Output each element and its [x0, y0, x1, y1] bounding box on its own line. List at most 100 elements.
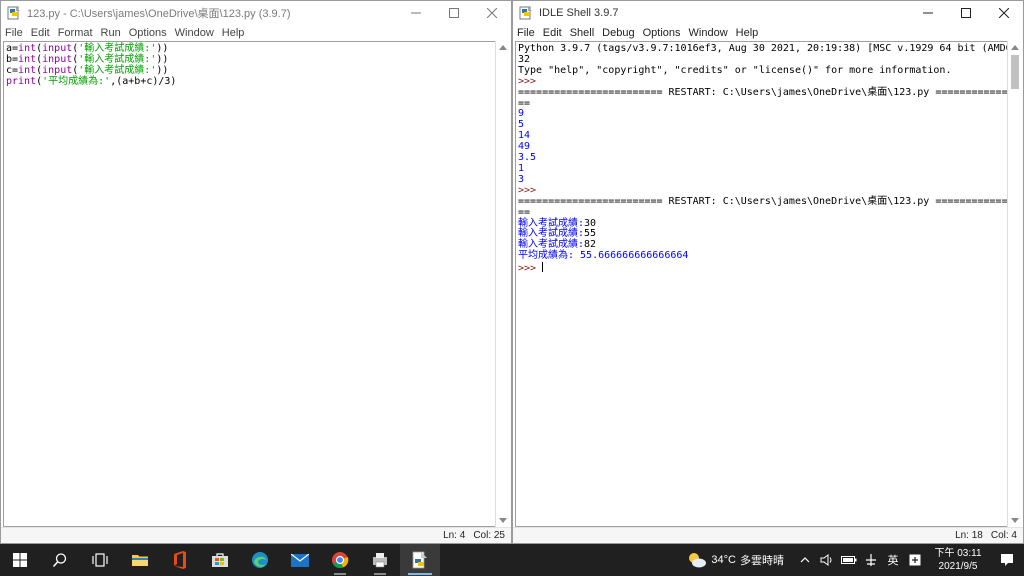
menu-help[interactable]: Help: [736, 27, 759, 39]
minimize-icon: [923, 12, 933, 14]
battery-button[interactable]: [838, 544, 860, 576]
shell-line: 3.5: [518, 152, 1005, 164]
office-icon: [174, 551, 186, 569]
notification-icon: [1001, 554, 1013, 566]
column-number: Col: 4: [990, 530, 1017, 541]
edge-button[interactable]: [240, 544, 280, 576]
edge-icon: [252, 552, 268, 568]
shell-title: IDLE Shell 3.9.7: [539, 7, 619, 19]
start-button[interactable]: [0, 544, 40, 576]
printer-icon: [373, 553, 387, 568]
task-view-button[interactable]: [80, 544, 120, 576]
scroll-up-icon[interactable]: [1011, 45, 1019, 50]
minimize-button[interactable]: [909, 1, 947, 25]
menu-options[interactable]: Options: [643, 27, 681, 39]
code-token: input: [42, 64, 73, 76]
maximize-button[interactable]: [435, 1, 473, 25]
close-button[interactable]: [473, 1, 511, 25]
ime-button[interactable]: 英: [882, 544, 904, 576]
ime-mode-button[interactable]: [904, 544, 926, 576]
desktop: 123.py - C:\Users\james\OneDrive\桌面\123.…: [0, 0, 1024, 544]
show-hidden-icons-button[interactable]: [794, 544, 816, 576]
menu-window[interactable]: Window: [689, 27, 728, 39]
shell-output[interactable]: Python 3.9.7 (tags/v3.9.7:1016ef3, Aug 3…: [515, 41, 1007, 527]
airplane-icon: [866, 554, 876, 566]
menu-shell[interactable]: Shell: [570, 27, 594, 39]
scroll-up-icon[interactable]: [499, 45, 507, 50]
maximize-icon: [449, 8, 459, 18]
code-token: '輸入考試成績:': [78, 53, 157, 65]
shell-token: ==: [518, 206, 531, 218]
shell-token: >>>: [518, 263, 543, 275]
code-token: )): [156, 43, 169, 54]
editor-statusbar: Ln: 4 Col: 25: [1, 527, 511, 543]
line-number: Ln: 18: [955, 530, 983, 541]
shell-token: 30: [584, 217, 597, 229]
shell-token: 3.5: [518, 152, 537, 164]
shell-line: 49: [518, 141, 1005, 153]
close-icon: [487, 8, 497, 18]
shell-token: ======================== RESTART: C:\Use…: [518, 86, 1007, 98]
shell-line: 1: [518, 163, 1005, 175]
python-shell-icon: [519, 6, 532, 20]
idle-button[interactable]: [400, 544, 440, 576]
shell-token: 32: [518, 53, 531, 65]
code-token: c=: [6, 64, 19, 76]
code-token: )): [156, 53, 169, 65]
shell-window[interactable]: IDLE Shell 3.9.7 File Edit Shell Debug O…: [512, 0, 1024, 544]
menu-options[interactable]: Options: [129, 27, 167, 39]
code-token: print: [6, 75, 37, 87]
scroll-thumb[interactable]: [1011, 55, 1019, 89]
battery-icon: [841, 556, 857, 564]
chrome-button[interactable]: [320, 544, 360, 576]
search-icon: [52, 553, 67, 568]
shell-titlebar[interactable]: IDLE Shell 3.9.7: [513, 1, 1023, 25]
office-button[interactable]: [160, 544, 200, 576]
menu-debug[interactable]: Debug: [602, 27, 634, 39]
shell-line: Python 3.9.7 (tags/v3.9.7:1016ef3, Aug 3…: [518, 43, 1007, 55]
code-token: ,(a+b+c)/3): [110, 75, 177, 87]
shell-token: Type "help", "copyright", "credits" or "…: [518, 64, 952, 76]
clock[interactable]: 下午 03:11 2021/9/5: [926, 547, 990, 573]
task-view-icon: [92, 553, 108, 567]
menu-edit[interactable]: Edit: [31, 27, 50, 39]
menu-file[interactable]: File: [517, 27, 535, 39]
menu-run[interactable]: Run: [101, 27, 121, 39]
editor-scrollbar[interactable]: [495, 41, 509, 527]
maximize-button[interactable]: [947, 1, 985, 25]
shell-token: 55: [584, 228, 597, 240]
menu-edit[interactable]: Edit: [543, 27, 562, 39]
file-explorer-button[interactable]: [120, 544, 160, 576]
airplane-mode-button[interactable]: [860, 544, 882, 576]
code-token: int: [18, 43, 37, 54]
minimize-button[interactable]: [397, 1, 435, 25]
editor-menubar: File Edit Format Run Options Window Help: [1, 25, 511, 41]
code-editor[interactable]: a=int(input('輸入考試成績:')) b=int(input('輸入考試…: [3, 41, 495, 527]
shell-token: 輸入考試成績:: [518, 239, 585, 251]
volume-button[interactable]: [816, 544, 838, 576]
shell-scrollbar[interactable]: [1007, 41, 1021, 527]
scroll-down-icon[interactable]: [1011, 518, 1019, 523]
editor-window[interactable]: 123.py - C:\Users\james\OneDrive\桌面\123.…: [0, 0, 512, 544]
notification-button[interactable]: [990, 544, 1024, 576]
shell-token: 輸入考試成績:: [518, 217, 585, 229]
python-idle-icon: [412, 551, 427, 569]
ime-mode-icon: [909, 554, 921, 566]
weather-widget[interactable]: 34°C 多雲時晴: [687, 552, 784, 568]
menu-file[interactable]: File: [5, 27, 23, 39]
app-button[interactable]: [360, 544, 400, 576]
menu-format[interactable]: Format: [58, 27, 93, 39]
mail-button[interactable]: [280, 544, 320, 576]
close-button[interactable]: [985, 1, 1023, 25]
editor-titlebar[interactable]: 123.py - C:\Users\james\OneDrive\桌面\123.…: [1, 1, 511, 25]
scroll-down-icon[interactable]: [499, 518, 507, 523]
shell-line: Type "help", "copyright", "credits" or "…: [518, 64, 1005, 77]
menu-window[interactable]: Window: [175, 27, 214, 39]
search-button[interactable]: [40, 544, 80, 576]
editor-title: 123.py - C:\Users\james\OneDrive\桌面\123.…: [27, 8, 291, 20]
menu-help[interactable]: Help: [222, 27, 245, 39]
shell-line: 平均成績為: 55.666666666666664: [518, 250, 1005, 262]
mail-icon: [291, 553, 309, 567]
store-button[interactable]: [200, 544, 240, 576]
weather-temperature: 34°C: [711, 554, 736, 566]
